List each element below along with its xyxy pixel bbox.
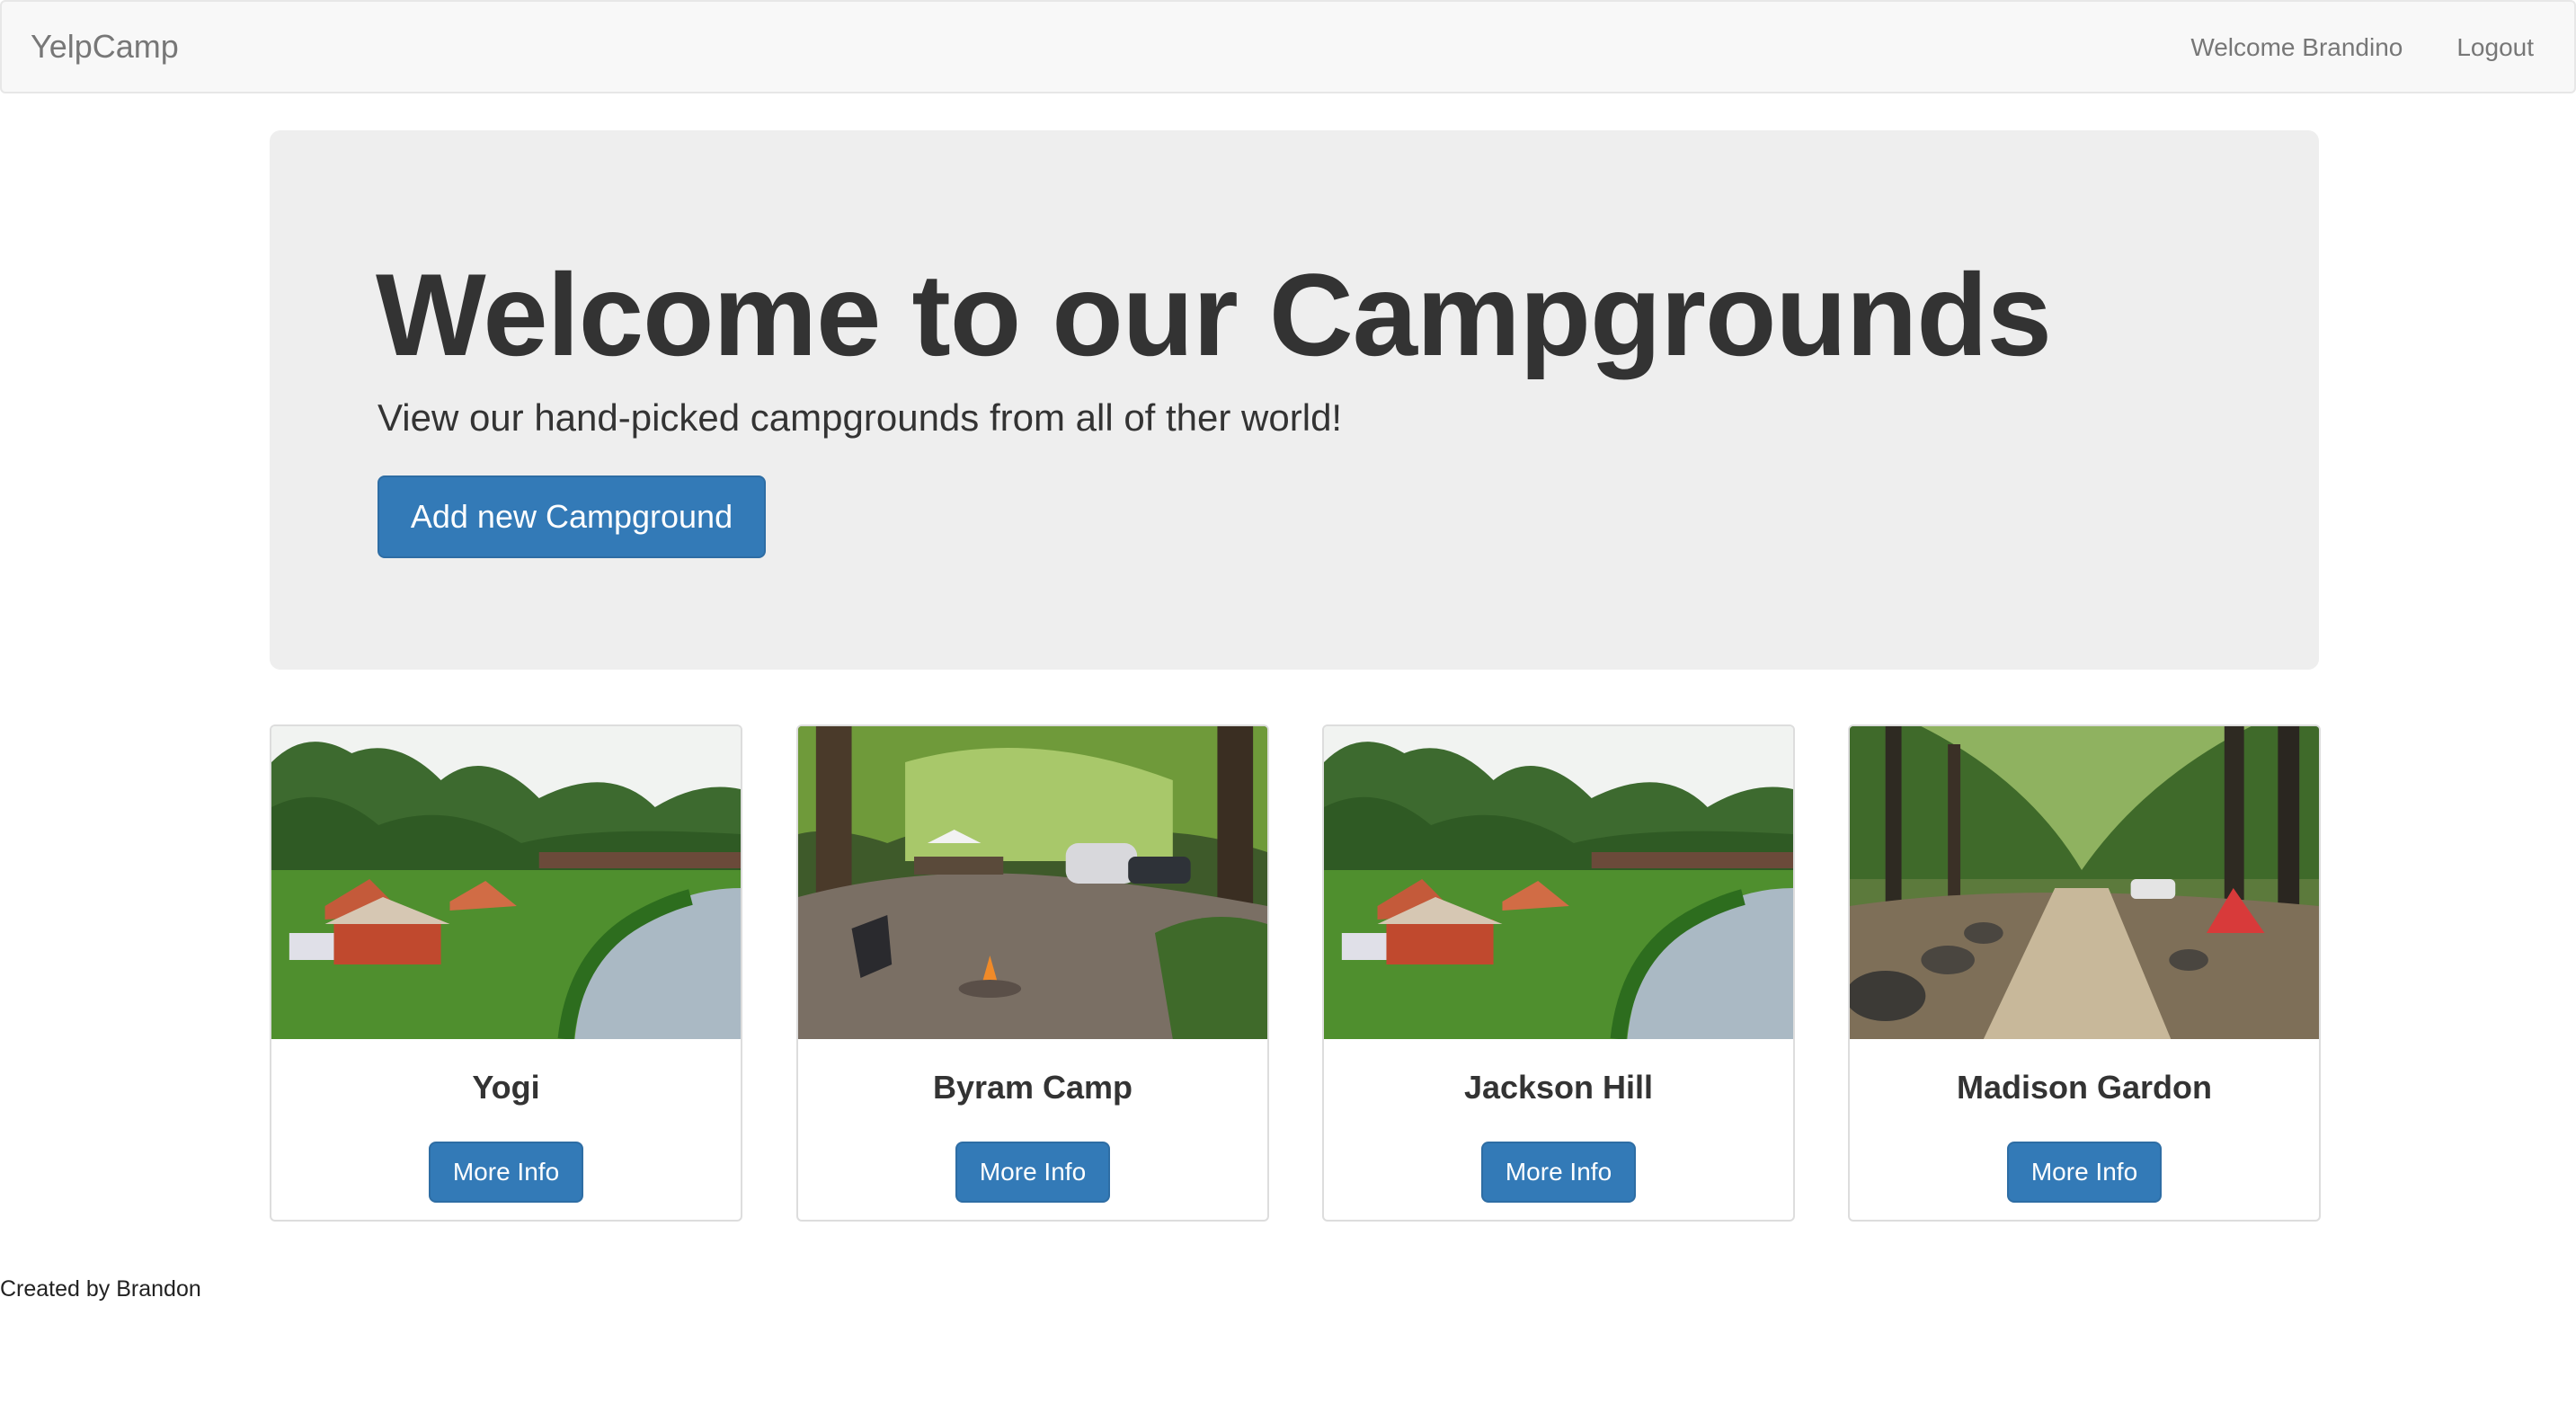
- campground-image[interactable]: [271, 726, 741, 1039]
- navbar: YelpCamp Welcome Brandino Logout: [0, 0, 2576, 93]
- page-title: Welcome to our Campgrounds: [376, 249, 2052, 380]
- campground-image[interactable]: [1324, 726, 1793, 1039]
- jumbotron: Welcome to our Campgrounds View our hand…: [270, 130, 2319, 670]
- more-info-button[interactable]: More Info: [2007, 1142, 2162, 1203]
- welcome-user-link[interactable]: Welcome Brandino: [2190, 31, 2403, 64]
- campground-card: Madison Gardon More Info: [1848, 724, 2321, 1222]
- campground-name: Jackson Hill: [1463, 1069, 1654, 1106]
- more-info-button[interactable]: More Info: [429, 1142, 583, 1203]
- footer-credit: Created by Brandon: [0, 1276, 201, 1302]
- campground-name: Byram Camp: [932, 1069, 1133, 1106]
- campground-card: Byram Camp More Info: [796, 724, 1269, 1222]
- logout-link[interactable]: Logout: [2456, 31, 2534, 64]
- campground-image[interactable]: [1850, 726, 2319, 1039]
- more-info-button[interactable]: More Info: [1481, 1142, 1636, 1203]
- campground-card: Jackson Hill More Info: [1322, 724, 1795, 1222]
- brand-link[interactable]: YelpCamp: [31, 29, 179, 65]
- nav-right: Welcome Brandino Logout: [2190, 31, 2534, 64]
- more-info-button[interactable]: More Info: [955, 1142, 1110, 1203]
- add-campground-button[interactable]: Add new Campground: [378, 475, 766, 558]
- campground-card: Yogi More Info: [270, 724, 742, 1222]
- campground-name: Madison Gardon: [1956, 1069, 2212, 1106]
- campground-image[interactable]: [798, 726, 1267, 1039]
- campground-name: Yogi: [472, 1069, 540, 1106]
- page-subtitle: View our hand-picked campgrounds from al…: [378, 396, 1343, 439]
